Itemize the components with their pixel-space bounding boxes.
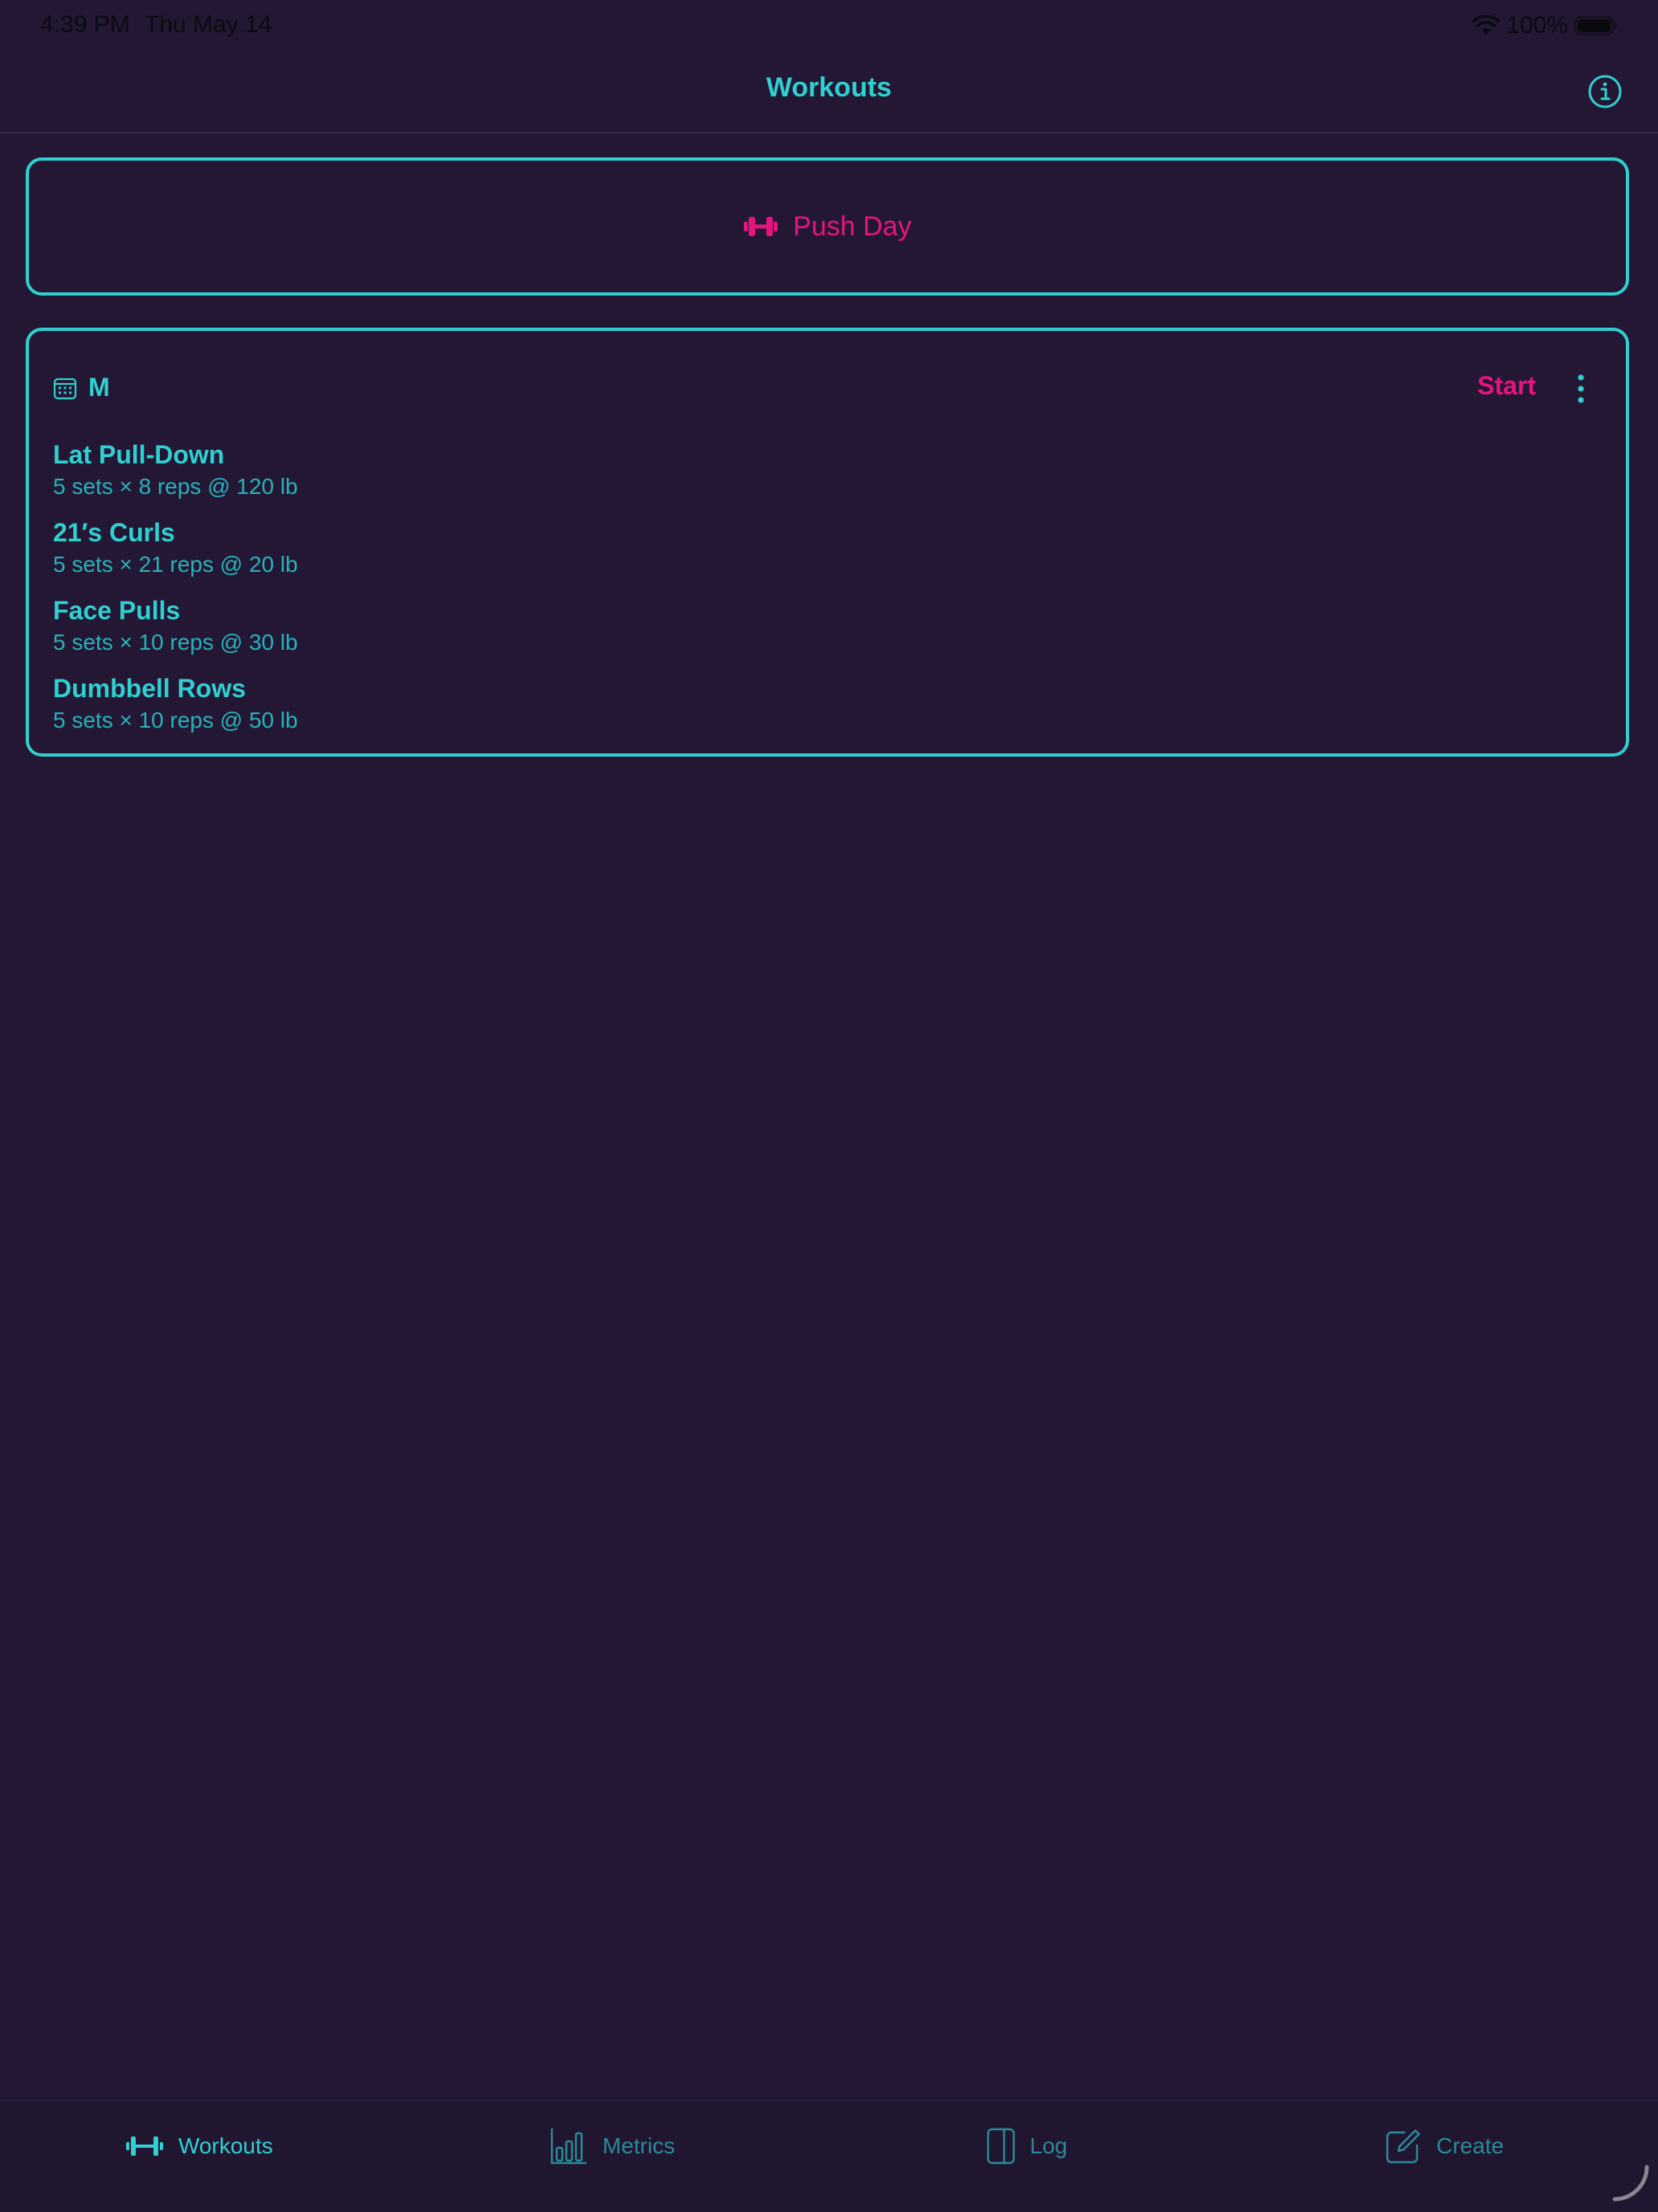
tab-metrics[interactable]: Metrics [549, 2125, 675, 2167]
book-icon [986, 2128, 1015, 2165]
compose-icon [1386, 2129, 1420, 2164]
info-icon[interactable] [1586, 72, 1624, 111]
exercise-item: Lat Pull-Down 5 sets × 8 reps @ 120 lb [53, 439, 298, 516]
calendar-icon [53, 378, 77, 399]
day-label: M [88, 373, 110, 402]
page-title: Workouts [766, 72, 892, 103]
dumbbell-icon [126, 2136, 163, 2156]
exercise-detail: 5 sets × 10 reps @ 50 lb [53, 708, 298, 733]
status-bar: 4:39 PM Thu May 14 100% [0, 0, 1658, 51]
day-header: M [53, 373, 110, 402]
tab-log[interactable]: Log [986, 2125, 1068, 2167]
tab-bar: Workouts Metrics Log Create [0, 2100, 1658, 2212]
tab-label: Workouts [178, 2133, 273, 2158]
tab-create[interactable]: Create [1385, 2125, 1504, 2167]
exercise-detail: 5 sets × 21 reps @ 20 lb [53, 552, 298, 577]
workout-title-card[interactable]: Push Day [26, 157, 1629, 296]
more-vertical-icon[interactable] [1573, 373, 1589, 405]
wifi-icon [1472, 15, 1501, 35]
bar-chart-icon [550, 2128, 586, 2165]
exercise-item: Face Pulls 5 sets × 10 reps @ 30 lb [53, 594, 298, 672]
exercise-name: 21′s Curls [53, 518, 175, 547]
exercise-item: Dumbbell Rows 5 sets × 10 reps @ 50 lb [53, 672, 298, 750]
battery-percent: 100% [1506, 12, 1568, 39]
tab-label: Log [1030, 2133, 1068, 2158]
exercise-item: 21′s Curls 5 sets × 21 reps @ 20 lb [53, 516, 298, 594]
workout-day-card: M Start Lat Pull-Down 5 sets × 8 reps @ … [26, 328, 1629, 757]
status-time: 4:39 PM [40, 11, 130, 38]
dumbbell-icon [744, 217, 778, 236]
tab-label: Create [1436, 2133, 1505, 2158]
nav-bar: Workouts [0, 51, 1658, 133]
workout-title: Push Day [793, 210, 912, 242]
status-date: Thu May 14 [145, 11, 272, 38]
tab-label: Metrics [602, 2133, 676, 2158]
exercise-name: Lat Pull-Down [53, 440, 225, 469]
status-indicators: 100% [1472, 10, 1618, 42]
exercise-detail: 5 sets × 10 reps @ 30 lb [53, 630, 298, 655]
resize-handle-icon[interactable] [1610, 2162, 1652, 2204]
exercise-detail: 5 sets × 8 reps @ 120 lb [53, 474, 298, 499]
exercise-list: Lat Pull-Down 5 sets × 8 reps @ 120 lb 2… [53, 439, 298, 750]
start-button[interactable]: Start [1477, 371, 1536, 401]
tab-workouts[interactable]: Workouts [125, 2125, 273, 2167]
battery-icon [1574, 16, 1617, 35]
exercise-name: Dumbbell Rows [53, 674, 247, 703]
exercise-name: Face Pulls [53, 596, 181, 625]
